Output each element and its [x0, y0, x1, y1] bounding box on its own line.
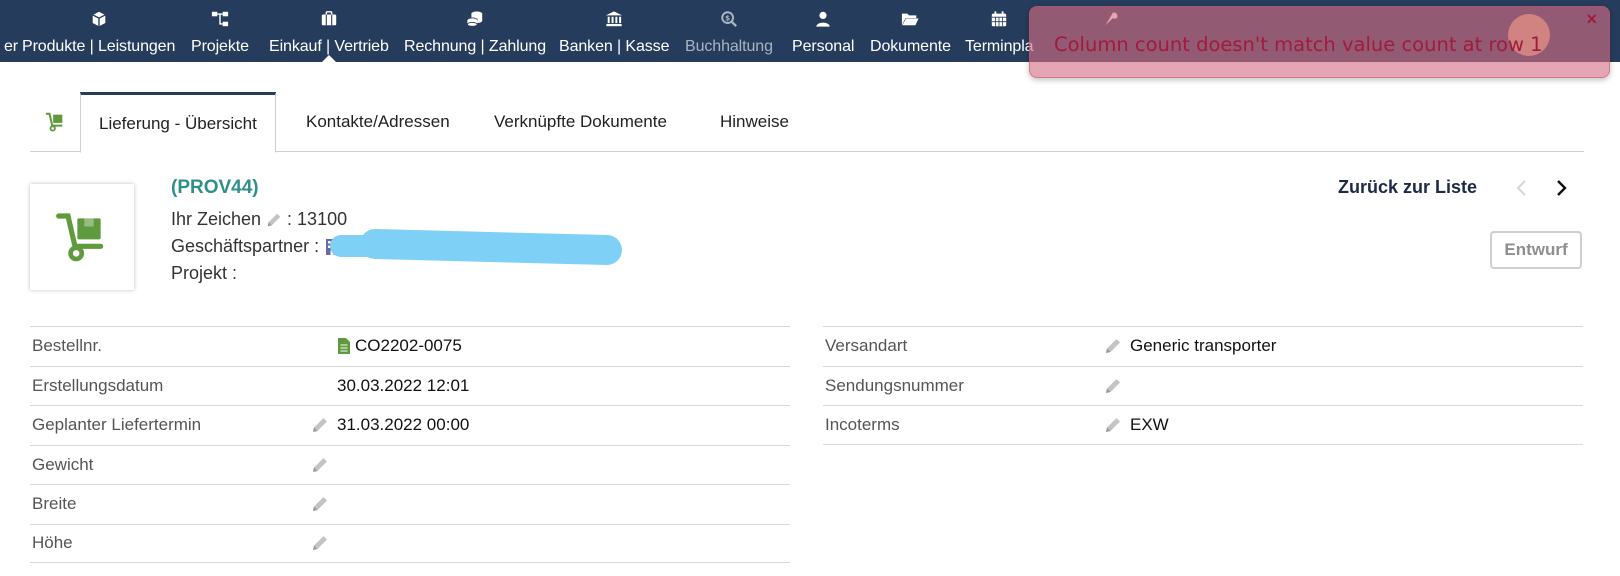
- chevron-right-icon[interactable]: [1551, 176, 1571, 200]
- table-row: Erstellungsdatum 30.03.2022 12:01: [30, 365, 790, 406]
- order-number-link[interactable]: CO2202-0075: [355, 336, 462, 356]
- sitemap-icon: [209, 9, 231, 29]
- back-to-list-link[interactable]: Zurück zur Liste: [1338, 177, 1477, 198]
- ihr-zeichen-value: : 13100: [287, 209, 348, 229]
- pencil-icon[interactable]: [310, 455, 330, 475]
- document-icon: [337, 337, 351, 355]
- nav-item-projekte[interactable]: Projekte: [191, 0, 249, 62]
- nav-item-produkte[interactable]: Produkte | Leistungen: [22, 0, 175, 62]
- nav-label: Produkte | Leistungen: [22, 38, 176, 55]
- nav-item-buchhaltung[interactable]: $ Buchhaltung: [685, 0, 773, 62]
- nav-item-personal[interactable]: Personal: [792, 0, 854, 62]
- field-value: 31.03.2022 00:00: [337, 415, 470, 435]
- chevron-left-icon[interactable]: [1512, 176, 1532, 200]
- tab-delivery-icon[interactable]: [30, 92, 80, 152]
- delivery-ref: (PROV44): [171, 177, 259, 198]
- nav-label: er: [3, 38, 19, 55]
- right-field-table: Versandart Generic transporter Sendungsn…: [823, 326, 1583, 445]
- nav-item-banken-kasse[interactable]: Banken | Kasse: [559, 0, 669, 62]
- hand-truck-icon: [56, 213, 104, 262]
- bank-icon: [603, 9, 625, 29]
- field-value: Generic transporter: [1130, 336, 1277, 356]
- nav-label: Rechnung | Zahlung: [404, 38, 547, 55]
- nav-item-einkauf-vertrieb[interactable]: Einkauf | Vertrieb: [269, 0, 389, 62]
- projekt-label: Projekt :: [171, 263, 238, 283]
- field-label: Geplanter Liefertermin: [32, 415, 202, 435]
- tab-lieferung-uebersicht[interactable]: Lieferung - Übersicht: [80, 92, 276, 153]
- nav-label: Dokumente: [870, 38, 951, 55]
- table-row: Incoterms EXW: [823, 405, 1583, 445]
- hand-truck-icon: [45, 112, 63, 132]
- field-label: Bestellnr.: [32, 336, 102, 356]
- close-icon[interactable]: ×: [1586, 9, 1597, 30]
- table-row: Breite: [30, 484, 790, 524]
- nav-item-rechnung-zahlung[interactable]: Rechnung | Zahlung: [404, 0, 546, 62]
- pencil-icon[interactable]: [310, 533, 330, 553]
- left-field-table: Bestellnr. CO2202-0075 Erstellungsdatum …: [30, 326, 790, 563]
- field-label: Gewicht: [32, 454, 94, 474]
- nav-item-terminplanung[interactable]: Terminpla: [965, 0, 1034, 62]
- user-icon: [812, 9, 834, 29]
- pencil-icon[interactable]: [1103, 415, 1123, 435]
- tab-kontakte-adressen[interactable]: Kontakte/Adressen: [288, 92, 468, 152]
- field-label: Sendungsnummer: [825, 375, 964, 395]
- table-row: Bestellnr. CO2202-0075: [30, 326, 790, 366]
- table-row: Versandart Generic transporter: [823, 326, 1583, 366]
- box-icon: [88, 9, 110, 29]
- status-badge: Entwurf: [1490, 231, 1582, 269]
- field-label: Erstellungsdatum: [32, 375, 164, 395]
- field-label: Versandart: [825, 336, 908, 356]
- table-row: Höhe: [30, 523, 790, 563]
- field-value: 30.03.2022 12:01: [337, 375, 470, 395]
- field-value[interactable]: CO2202-0075: [337, 336, 462, 356]
- delivery-logo: [30, 184, 134, 290]
- pencil-icon[interactable]: [1103, 336, 1123, 356]
- field-label: Breite: [32, 494, 77, 514]
- tab-label: Lieferung - Übersicht: [99, 113, 257, 133]
- error-message: Column count doesn't match value count a…: [1054, 33, 1543, 56]
- projekt-line: Projekt :: [171, 263, 237, 284]
- pencil-icon[interactable]: [265, 211, 283, 229]
- ihr-zeichen-label: Ihr Zeichen: [171, 209, 262, 229]
- nav-item-partial[interactable]: er: [0, 0, 22, 62]
- tab-verknuepfte-dokumente[interactable]: Verknüpfte Dokumente: [476, 92, 685, 152]
- nav-label: Banken | Kasse: [559, 38, 670, 55]
- nav-label: Personal: [792, 38, 855, 55]
- tab-label: Kontakte/Adressen: [306, 112, 450, 131]
- pencil-icon[interactable]: [310, 415, 330, 435]
- calendar-icon: [988, 9, 1010, 29]
- field-value: EXW: [1130, 414, 1169, 434]
- tab-label: Verknüpfte Dokumente: [494, 112, 667, 131]
- coins-icon: [464, 9, 486, 29]
- briefcase-icon: [318, 9, 340, 29]
- nav-item-dokumente[interactable]: Dokumente: [870, 0, 951, 62]
- tab-hinweise[interactable]: Hinweise: [702, 92, 807, 152]
- tab-bar: Lieferung - Übersicht Kontakte/Adressen …: [30, 92, 1584, 153]
- nav-label: Terminpla: [965, 38, 1034, 55]
- table-row: Sendungsnummer: [823, 365, 1583, 406]
- table-row: Geplanter Liefertermin 31.03.2022 00:00: [30, 405, 790, 445]
- pencil-icon[interactable]: [310, 494, 330, 514]
- partial-icon: [0, 9, 22, 29]
- error-toast: Column count doesn't match value count a…: [1029, 6, 1610, 78]
- folder-icon: [899, 9, 921, 29]
- partner-label: Geschäftspartner :: [171, 236, 320, 256]
- partner-line: Geschäftspartner :: [171, 236, 339, 257]
- field-label: Höhe: [32, 533, 73, 553]
- nav-label: Einkauf | Vertrieb: [269, 38, 389, 55]
- tab-label: Hinweise: [720, 112, 789, 131]
- redaction-mark: [359, 228, 623, 266]
- search-dollar-icon: $: [718, 9, 740, 29]
- pencil-icon[interactable]: [1103, 376, 1123, 396]
- nav-label: Buchhaltung: [685, 38, 773, 55]
- svg-text:$: $: [725, 13, 730, 22]
- field-label: Incoterms: [825, 414, 900, 434]
- table-row: Gewicht: [30, 444, 790, 485]
- ihr-zeichen-line: Ihr Zeichen : 13100: [171, 209, 347, 230]
- nav-label: Projekte: [191, 38, 249, 55]
